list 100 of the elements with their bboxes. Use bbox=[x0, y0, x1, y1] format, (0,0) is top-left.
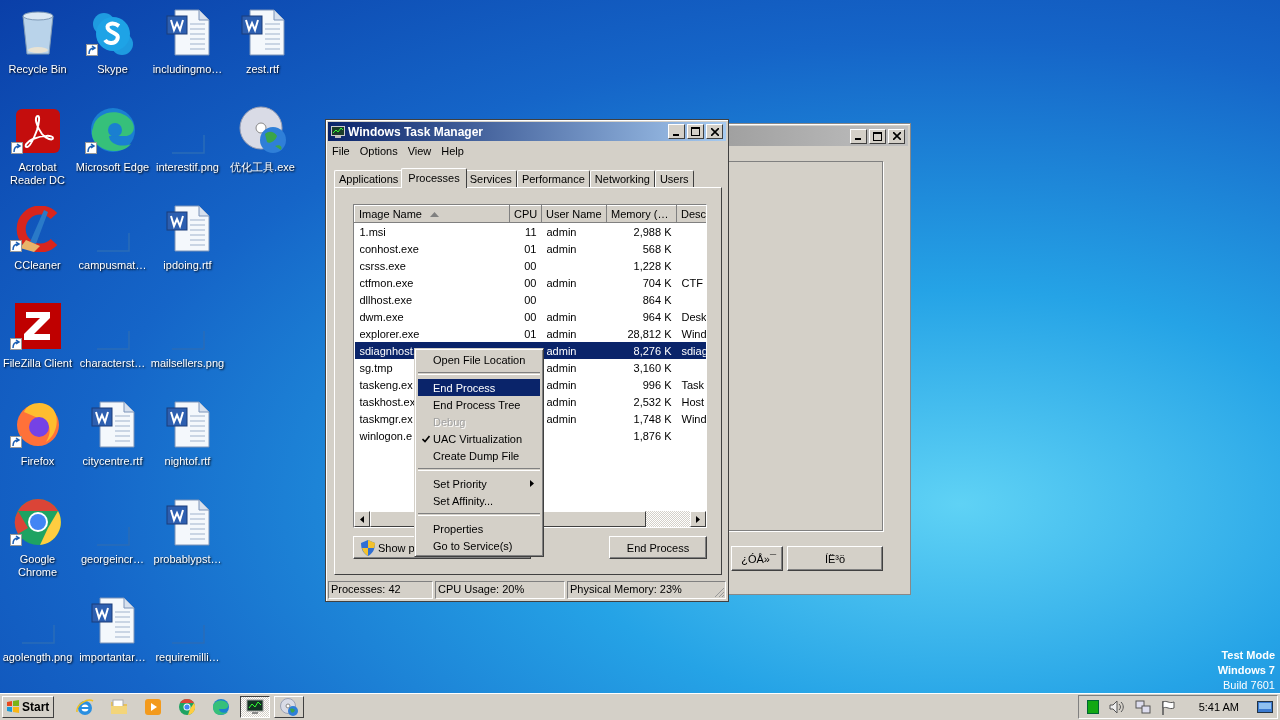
desktop-icon-label[interactable]: georgeincr… bbox=[81, 553, 144, 566]
table-cell[interactable]: dwm.exe bbox=[359, 310, 404, 323]
table-cell[interactable]: dllhost.exe bbox=[359, 293, 413, 306]
desktop-icon-label[interactable]: importantar… bbox=[79, 651, 146, 664]
desktop-icon-label[interactable]: campusmat… bbox=[78, 259, 147, 272]
column-header[interactable]: Image Name bbox=[354, 205, 510, 223]
dialog-button[interactable]: ¿ÓÅ»¯ bbox=[731, 546, 783, 571]
shortcut-arrow-icon bbox=[9, 240, 22, 252]
disc-globe-icon[interactable] bbox=[238, 106, 287, 154]
maximize-button[interactable] bbox=[687, 124, 704, 139]
end-process-button[interactable]: End Process bbox=[609, 536, 707, 559]
menu-item[interactable]: Open File Location bbox=[418, 351, 540, 368]
recycle-bin-icon[interactable] bbox=[19, 10, 56, 56]
menu-item[interactable]: End Process bbox=[418, 379, 540, 396]
table-cell[interactable]: taskmgr.ex bbox=[359, 412, 413, 425]
table-cell: 00 bbox=[524, 276, 537, 289]
desktop-icon-label[interactable]: Recycle Bin bbox=[8, 63, 67, 76]
desktop-icon-label[interactable]: Microsoft Edge bbox=[75, 161, 150, 174]
desktop-icon-label[interactable]: FileZilla Client bbox=[2, 357, 73, 370]
menu-item[interactable]: View bbox=[402, 144, 437, 157]
menu-item[interactable]: Options bbox=[354, 144, 403, 157]
table-cell[interactable]: winlogon.e bbox=[359, 429, 413, 442]
menu-item[interactable]: Create Dump File bbox=[418, 447, 540, 464]
ftp-app-icon[interactable] bbox=[13, 302, 62, 350]
document-icon[interactable] bbox=[89, 596, 136, 644]
desktop-icon-label[interactable]: 优化工具.exe bbox=[230, 161, 295, 174]
table-cell[interactable]: taskhost.ex bbox=[359, 395, 416, 408]
desktop-icon-label[interactable]: includingmo… bbox=[152, 63, 223, 76]
close-button[interactable] bbox=[706, 124, 723, 139]
table-cell[interactable]: 1.msi bbox=[359, 225, 386, 238]
desktop-icon-label[interactable]: nightof.rtf bbox=[164, 455, 211, 468]
desktop-icon-label[interactable]: CCleaner bbox=[14, 259, 61, 272]
table-cell[interactable]: explorer.exe bbox=[359, 327, 420, 340]
column-header[interactable]: Desc bbox=[676, 205, 706, 223]
desktop-icon-label[interactable]: Skype bbox=[97, 63, 128, 76]
desktop-icon-label[interactable]: Acrobat Reader DC bbox=[10, 161, 65, 187]
table-cell[interactable]: conhost.exe bbox=[359, 242, 419, 255]
table-cell[interactable]: ctfmon.exe bbox=[359, 276, 414, 289]
column-header[interactable]: CPU bbox=[509, 205, 542, 223]
table-cell: 00 bbox=[524, 293, 537, 306]
tab[interactable]: Performance bbox=[516, 170, 590, 187]
tab[interactable]: Networking bbox=[589, 170, 655, 187]
desktop-icon-label[interactable]: requiremilli… bbox=[155, 651, 220, 664]
minimize-button[interactable] bbox=[668, 124, 685, 139]
column-header[interactable]: Memory (… bbox=[606, 205, 677, 223]
clock[interactable]: 5:41 AM bbox=[1198, 701, 1239, 713]
document-icon[interactable] bbox=[164, 498, 211, 546]
document-icon[interactable] bbox=[164, 400, 211, 448]
pdf-app-icon[interactable] bbox=[14, 108, 61, 154]
browser-icon[interactable] bbox=[88, 106, 137, 154]
flag-icon[interactable] bbox=[1160, 699, 1175, 715]
document-icon[interactable] bbox=[89, 400, 136, 448]
desktop-icon-label[interactable]: Firefox bbox=[20, 455, 55, 468]
table-cell: Host bbox=[681, 395, 705, 408]
desktop-icon-label[interactable]: probablypst… bbox=[153, 553, 222, 566]
desktop-icon-label[interactable]: mailsellers.png bbox=[150, 357, 225, 370]
tab[interactable]: Users bbox=[654, 170, 694, 187]
close-button[interactable] bbox=[888, 128, 905, 144]
desktop-icon-label[interactable]: ipdoing.rtf bbox=[163, 259, 212, 272]
menu-item[interactable]: Go to Service(s) bbox=[418, 537, 540, 554]
menu-item[interactable]: Set Priority bbox=[418, 475, 540, 492]
desktop-icon-label[interactable]: characterst… bbox=[79, 357, 146, 370]
tray-app-icon[interactable] bbox=[1086, 700, 1099, 714]
monitor-chart-icon bbox=[246, 699, 264, 715]
desktop-icon-label[interactable]: interestif.png bbox=[156, 161, 219, 174]
document-icon[interactable] bbox=[164, 204, 211, 252]
start-button[interactable]: Start bbox=[2, 696, 54, 718]
table-cell: CTF bbox=[681, 276, 703, 289]
browser-icon[interactable] bbox=[13, 498, 62, 546]
scroll-left-icon[interactable] bbox=[360, 515, 364, 523]
maximize-icon bbox=[873, 131, 882, 141]
minimize-button[interactable] bbox=[850, 128, 867, 144]
menu-item[interactable]: File bbox=[328, 144, 355, 157]
menu-item[interactable]: End Process Tree bbox=[418, 396, 540, 413]
document-icon[interactable] bbox=[239, 8, 286, 56]
tab[interactable]: Services bbox=[464, 170, 517, 187]
desktop-icon-label[interactable]: Google Chrome bbox=[17, 553, 58, 579]
network-icon[interactable] bbox=[1134, 699, 1151, 715]
document-icon[interactable] bbox=[164, 8, 211, 56]
close-icon bbox=[710, 127, 719, 136]
menu-item[interactable]: Help bbox=[436, 144, 469, 157]
table-cell: 964 K bbox=[642, 310, 672, 323]
column-header[interactable]: User Name bbox=[541, 205, 607, 223]
table-cell[interactable]: sg.tmp bbox=[359, 361, 393, 374]
table-cell[interactable]: taskeng.ex bbox=[359, 378, 413, 391]
menu-item[interactable]: Set Affinity... bbox=[418, 492, 540, 509]
desktop-icon-label[interactable]: agolength.png bbox=[2, 651, 73, 664]
tab[interactable]: Processes bbox=[401, 168, 467, 188]
dialog-button[interactable]: ÍË³ö bbox=[787, 546, 883, 571]
tab[interactable]: Applications bbox=[334, 170, 404, 187]
speaker-icon[interactable] bbox=[1108, 700, 1125, 714]
scroll-right-icon[interactable] bbox=[696, 515, 700, 523]
desktop-icon-label[interactable]: citycentre.rtf bbox=[82, 455, 143, 468]
show-desktop-icon[interactable] bbox=[1257, 701, 1273, 713]
table-cell[interactable]: csrss.exe bbox=[359, 259, 406, 272]
menu-item[interactable]: UAC Virtualization bbox=[418, 430, 540, 447]
maximize-button[interactable] bbox=[869, 128, 886, 144]
menu-item[interactable]: Properties bbox=[418, 520, 540, 537]
taskbar-button[interactable] bbox=[240, 696, 270, 718]
desktop-icon-label[interactable]: zest.rtf bbox=[246, 63, 279, 76]
